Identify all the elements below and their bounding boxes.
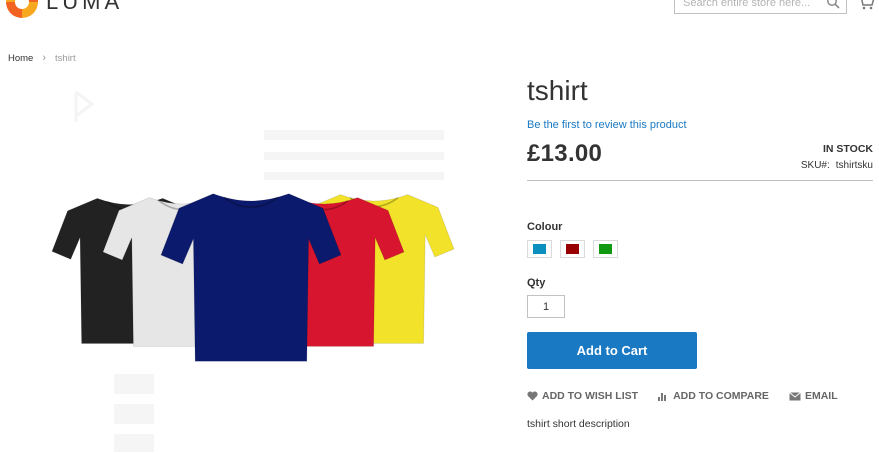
sku-value: tshirtsku — [835, 160, 873, 171]
search-icon[interactable] — [826, 0, 840, 9]
swatch-fill — [533, 244, 546, 254]
colour-swatches — [527, 240, 618, 258]
colour-label: Colour — [527, 221, 563, 233]
heart-icon — [527, 391, 538, 401]
search-box — [674, 0, 847, 14]
compare-label: ADD TO COMPARE — [673, 390, 769, 402]
swatch-green[interactable] — [593, 240, 618, 258]
wishlist-label: ADD TO WISH LIST — [542, 390, 639, 402]
product-image — [51, 130, 455, 452]
breadcrumb-current: tshirt — [55, 52, 76, 64]
sku: SKU#: tshirtsku — [801, 160, 873, 171]
logo-mark-icon — [6, 0, 38, 18]
product-actions: ADD TO WISH LIST ADD TO COMPARE EMAIL — [527, 390, 858, 402]
email-link[interactable]: EMAIL — [789, 390, 838, 402]
breadcrumb: Home › tshirt — [8, 52, 76, 64]
add-to-cart-button[interactable]: Add to Cart — [527, 332, 697, 369]
qty-input[interactable] — [527, 295, 565, 318]
swatch-blue[interactable] — [527, 240, 552, 258]
divider — [527, 180, 873, 181]
envelope-icon — [789, 391, 801, 400]
add-to-wishlist-link[interactable]: ADD TO WISH LIST — [527, 390, 638, 402]
logo-text: LUMA — [46, 0, 124, 14]
cart-icon[interactable] — [857, 0, 875, 10]
swatch-fill — [566, 244, 579, 254]
sku-label: SKU#: — [800, 160, 830, 171]
breadcrumb-home-link[interactable]: Home — [8, 53, 33, 64]
email-label: EMAIL — [804, 390, 838, 402]
product-price: £13.00 — [527, 140, 603, 167]
review-link[interactable]: Be the first to review this product — [527, 119, 687, 131]
qty-label: Qty — [527, 277, 546, 289]
short-description: tshirt short description — [527, 418, 630, 430]
product-gallery[interactable] — [44, 82, 474, 453]
stock-status: IN STOCK — [823, 143, 873, 155]
swatch-red[interactable] — [560, 240, 585, 258]
gallery-arrow-icon[interactable] — [72, 90, 96, 124]
swatch-fill — [599, 244, 612, 254]
breadcrumb-separator-icon: › — [42, 52, 47, 64]
search-input[interactable] — [681, 0, 825, 14]
product-title: tshirt — [527, 75, 588, 106]
compare-chart-icon — [658, 393, 667, 401]
add-to-compare-link[interactable]: ADD TO COMPARE — [658, 390, 769, 402]
logo[interactable]: LUMA — [6, 0, 123, 18]
